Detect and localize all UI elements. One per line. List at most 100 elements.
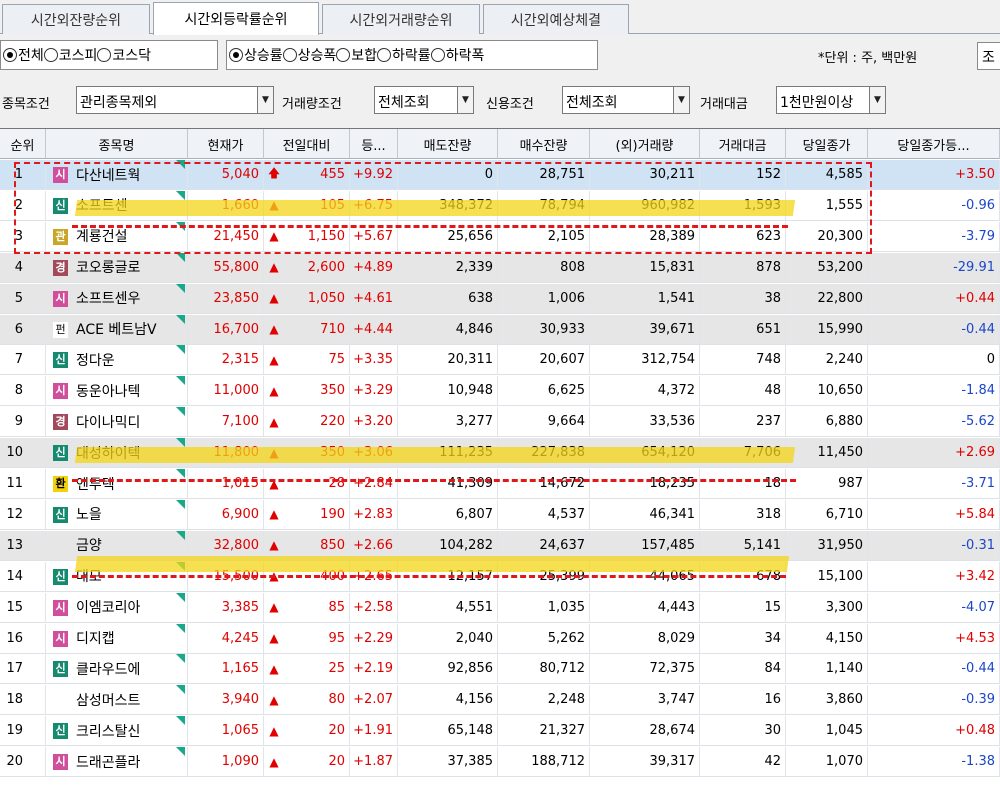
chevron-down-icon[interactable]: ▼ [673,86,690,114]
amount-cell: 38 [700,283,786,313]
rank-cell: 9 [0,407,46,437]
table-row[interactable]: 12 노을 6,900 ▲ 190 +2.83 6,807 4,537 46,341 318 6,7… [0,499,1000,530]
stock-condition-select[interactable]: 관리종목제외 [76,86,258,114]
column-header-3[interactable]: 전일대비 [264,129,350,159]
radio-kospi[interactable]: 코스피 [43,45,97,65]
table-row[interactable]: 16 디지캡 4,245 ▲ 95 +2.29 2,040 5,262 8,029 34 4,150… [0,623,1000,654]
radio-rise-rate[interactable]: 상승률 [229,45,283,65]
up-triangle-icon: ▲ [269,538,279,553]
filter-label-volume-condition: 거래량조건 [282,97,342,112]
up-triangle-icon: ▲ [269,754,279,769]
table-row[interactable]: 17 클라우드에 1,165 ▲ 25 +2.19 92,856 80,712 72,375 84… [0,654,1000,685]
table-row[interactable]: 8 동운아나텍 11,000 ▲ 350 +3.29 10,948 6,625 4,372 48 1… [0,376,1000,407]
market-badge: 시 [53,630,68,647]
corner-flag-icon [176,685,185,695]
radio-icon [97,48,112,62]
up-triangle-icon: ▲ [269,600,279,615]
buy-cell: 30,933 [498,314,590,344]
column-header-10[interactable]: 당일종가등... [868,129,1000,159]
stock-name[interactable]: 정다운 [76,350,115,370]
chevron-down-icon[interactable]: ▼ [869,86,886,114]
stock-name[interactable]: 크리스탈신 [76,721,140,741]
column-header-1[interactable]: 종목명 [46,129,188,159]
rank-cell: 13 [0,530,46,560]
buy-cell: 20,607 [498,345,590,375]
buy-cell: 1,006 [498,283,590,313]
change-cell: ▲ 20 [264,716,350,746]
radio-flat[interactable]: 보합 [336,45,377,65]
stock-name[interactable]: 클라우드에 [76,659,140,679]
stock-name[interactable]: 동운아나텍 [76,381,140,401]
tab-afterhours-volume[interactable]: 시간외거래량순위 [322,4,480,34]
tab-afterhours-expected[interactable]: 시간외예상체결 [483,4,629,34]
stock-name[interactable]: 삼성머스트 [76,690,140,710]
corner-flag-icon [176,407,185,417]
up-triangle-icon: ▲ [269,692,279,707]
price-cell: 2,315 [188,345,264,375]
close-pct-cell: -0.31 [868,530,1000,560]
stock-name[interactable]: 이엠코리아 [76,597,140,617]
table-row[interactable]: 5 소프트센우 23,850 ▲ 1,050 +4.61 638 1,006 1,541 38 22… [0,283,1000,314]
radio-icon [282,48,297,62]
stock-name[interactable]: 소프트센우 [76,288,140,308]
up-triangle-icon: ▲ [269,260,279,275]
column-header-7[interactable]: (외)거래량 [590,129,700,159]
pct-cell: +1.87 [350,747,398,777]
price-cell: 1,090 [188,747,264,777]
table-row[interactable]: 6 ACE 베트남V 16,700 ▲ 710 +4.44 4,846 30,933 39,67… [0,314,1000,345]
stock-name[interactable]: 디지캡 [76,628,115,648]
price-cell: 23,850 [188,283,264,313]
table-row[interactable]: 7 정다운 2,315 ▲ 75 +3.35 20,311 20,607 312,754 748 2… [0,345,1000,376]
stock-name[interactable]: 엔투텍 [76,474,115,494]
table-row[interactable]: 9 다이나믹디 7,100 ▲ 220 +3.20 3,277 9,664 33,536 237 6… [0,407,1000,438]
radio-kosdaq[interactable]: 코스닥 [97,45,151,65]
stock-name[interactable]: 코오롱글로 [76,257,140,277]
credit-condition-select[interactable]: 전체조회 [562,86,674,114]
table-row[interactable]: 19 크리스탈신 1,065 ▲ 20 +1.91 65,148 21,327 28,674 30… [0,716,1000,747]
stock-name[interactable]: ACE 베트남V [76,319,157,339]
chevron-down-icon[interactable]: ▼ [457,86,474,114]
table-row[interactable]: 4 코오롱글로 55,800 ▲ 2,600 +4.89 2,339 808 15,831 878… [0,252,1000,283]
unit-select[interactable]: 조 [977,42,1000,70]
volume-cell: 18,235 [590,469,700,498]
rank-cell: 19 [0,716,46,746]
trade-amount-select[interactable]: 1천만원이상 [776,86,870,114]
radio-rise-amount[interactable]: 상승폭 [282,45,336,65]
column-header-2[interactable]: 현재가 [188,129,264,159]
column-header-8[interactable]: 거래대금 [700,129,786,159]
stock-name[interactable]: 노을 [76,504,102,524]
sell-cell: 20,311 [398,345,498,375]
column-header-0[interactable]: 순위 [0,129,46,159]
stock-name[interactable]: 드래곤플라 [76,752,140,772]
corner-flag-icon [176,592,185,602]
column-header-6[interactable]: 매수잔량 [498,129,590,159]
rank-cell: 7 [0,345,46,375]
close-cell: 15,990 [786,314,868,344]
table-row[interactable]: 18 삼성머스트 3,940 ▲ 80 +2.07 4,156 2,248 3,747 16 3,8… [0,685,1000,716]
corner-flag-icon [176,252,185,262]
corner-flag-icon [176,530,185,540]
amount-cell: 48 [700,376,786,406]
column-header-4[interactable]: 등... [350,129,398,159]
chevron-down-icon[interactable]: ▼ [257,86,274,114]
tab-afterhours-change-rate[interactable]: 시간외등락률순위 [153,2,319,35]
radio-fall-rate[interactable]: 하락률 [377,45,431,65]
market-badge: 시 [53,599,68,616]
buy-cell: 6,625 [498,376,590,406]
highlight-stroke [74,556,790,572]
table-row[interactable]: 20 드래곤플라 1,090 ▲ 20 +1.87 37,385 188,712 39,317 4… [0,747,1000,778]
stock-name[interactable]: 금양 [76,535,102,555]
table-row[interactable]: 15 이엠코리아 3,385 ▲ 85 +2.58 4,551 1,035 4,443 15 3,3… [0,592,1000,623]
close-pct-cell: -4.07 [868,592,1000,622]
radio-all[interactable]: 전체 [3,45,44,65]
volume-condition-select[interactable]: 전체조회 [374,86,458,114]
radio-fall-amount[interactable]: 하락폭 [430,45,484,65]
column-header-9[interactable]: 당일종가 [786,129,868,159]
column-header-5[interactable]: 매도잔량 [398,129,498,159]
table-row[interactable]: 11 엔투텍 1,015 ▲ 28 +2.84 41,309 14,672 18,235 18 98… [0,469,1000,499]
amount-cell: 237 [700,407,786,437]
amount-cell: 651 [700,314,786,344]
stock-name[interactable]: 다이나믹디 [76,412,140,432]
tab-afterhours-remaining[interactable]: 시간외잔량순위 [2,4,150,34]
market-badge: 시 [53,383,68,400]
